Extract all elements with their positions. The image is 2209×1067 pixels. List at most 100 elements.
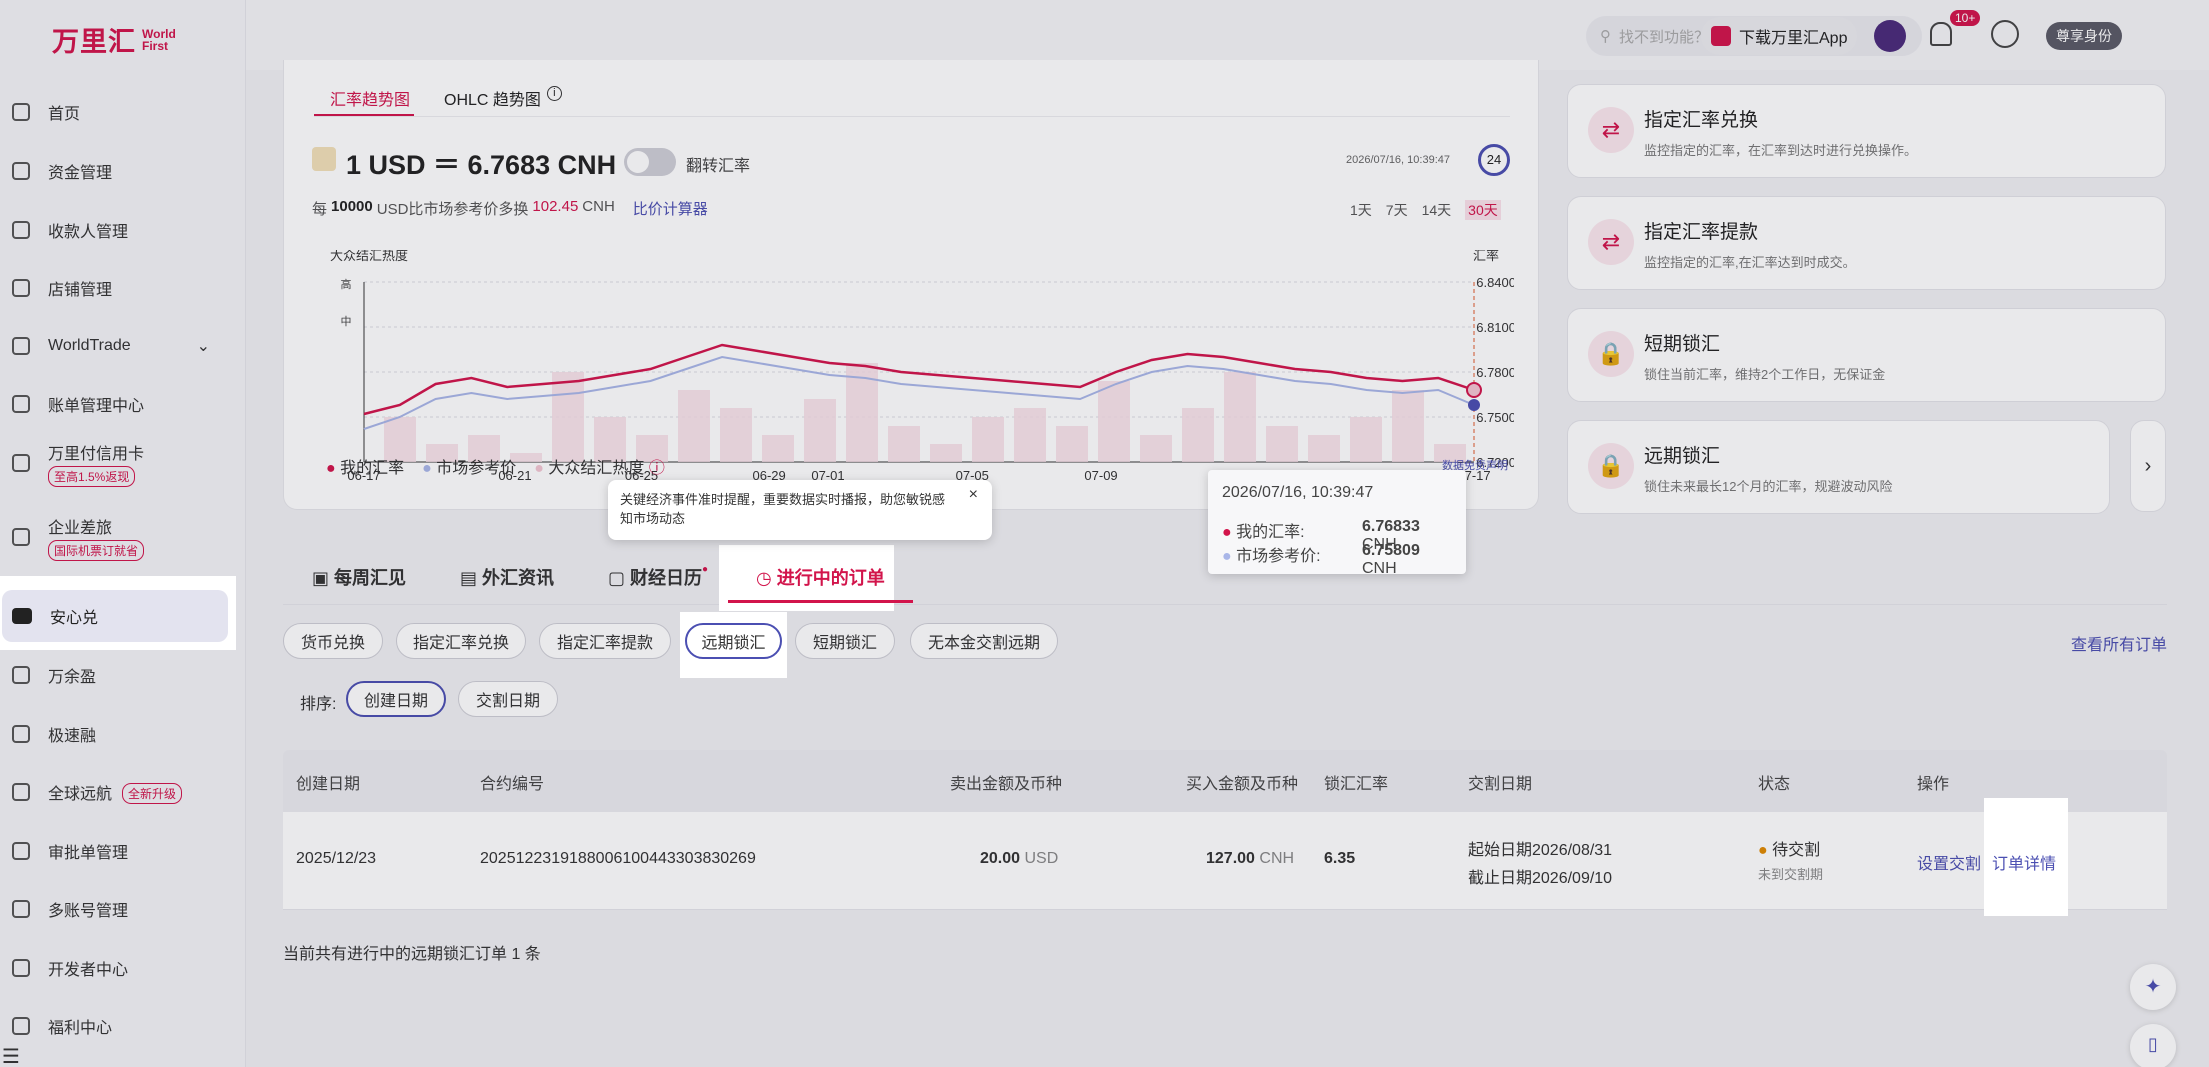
filter-4[interactable]: 短期锁汇: [795, 623, 895, 659]
tooltip-market-rate: ● 市场参考价: 6.75809 CNH: [1222, 542, 1420, 577]
filter-forward-lock-active[interactable]: 远期锁汇: [685, 623, 782, 659]
calculator-link[interactable]: 比价计算器: [633, 198, 708, 219]
tab-fx-news[interactable]: ▤ 外汇资讯: [460, 564, 554, 590]
legend-my-rate: ● 我的汇率: [326, 460, 405, 477]
product-card-2[interactable]: 🔒 短期锁汇 锁住当前汇率，维持2个工作日，无保证金: [1567, 308, 2166, 402]
user-icon[interactable]: [1991, 20, 2019, 48]
heat-bar: [1224, 372, 1256, 462]
filter-0[interactable]: 货币兑换: [283, 623, 383, 659]
sidebar-item-13[interactable]: 多账号管理: [0, 886, 246, 932]
tab-active-orders[interactable]: ◷ 进行中的订单: [756, 564, 885, 590]
series-line-0: [363, 343, 1475, 416]
cell-status-sub: 未到交割期: [1758, 867, 1824, 882]
order-detail-link[interactable]: 订单详情: [1992, 850, 2056, 874]
sidebar-item-icon: [12, 162, 30, 180]
sort-delivery[interactable]: 交割日期: [458, 681, 558, 717]
product-title: 指定汇率提款: [1644, 222, 1759, 243]
sidebar-item-14[interactable]: 开发者中心: [0, 945, 246, 991]
main-rate: 1 USD ＝ 6.7683 CNH: [346, 150, 617, 180]
sidebar-item-4[interactable]: WorldTrade ⌄: [0, 323, 246, 369]
tab-ohlc[interactable]: OHLC 趋势图 i: [444, 86, 562, 110]
collapse-menu-icon[interactable]: ☰: [2, 1044, 20, 1067]
range-30d[interactable]: 30天: [1465, 200, 1501, 220]
filter-label: 短期锁汇: [812, 635, 877, 652]
product-icon: 🔒: [1588, 443, 1634, 489]
legend-market: ● 市场参考价: [422, 460, 517, 477]
sidebar-item-15[interactable]: 福利中心: [0, 1003, 246, 1049]
chart-right-label: 汇率: [1473, 250, 1499, 263]
set-delivery-link[interactable]: 设置交割: [1917, 850, 1981, 874]
product-card-1[interactable]: ⇄ 指定汇率提款 监控指定的汇率,在汇率达到时成交。: [1567, 196, 2166, 290]
hover-point-market: [1468, 399, 1480, 411]
sidebar-item-icon: [12, 666, 30, 684]
sidebar-item-label: 店铺管理: [48, 282, 113, 299]
sidebar-item-6[interactable]: 万里付信用卡 至高1.5%返现: [0, 440, 246, 487]
hover-point-my: [1466, 382, 1482, 398]
sidebar-item-text: 审批单管理: [48, 839, 128, 863]
heat-bar: [552, 372, 584, 462]
heat-bar: [1392, 390, 1424, 462]
sidebar-item-icon: [12, 221, 30, 239]
sidebar-item-icon: [12, 783, 30, 801]
tab-weekly[interactable]: ▣ 每周汇见: [312, 564, 406, 590]
range-14d[interactable]: 14天: [1422, 200, 1452, 220]
tab-rate-trend[interactable]: 汇率趋势图: [330, 86, 410, 110]
y-tick-label: 6.7800: [1476, 365, 1514, 380]
column-header-0: 创建日期: [296, 776, 361, 793]
filter-1[interactable]: 指定汇率兑换: [396, 623, 526, 659]
sort-created[interactable]: 创建日期: [346, 681, 446, 717]
heat-bar: [1056, 426, 1088, 462]
gain-mid: USD比市场参考价多换: [376, 201, 529, 218]
heat-info-icon[interactable]: ⓘ: [649, 460, 665, 477]
sidebar-item-1[interactable]: 资金管理: [0, 148, 246, 194]
filter-5[interactable]: 无本金交割远期: [910, 623, 1058, 659]
sidebar: 万里汇 World First 首页资金管理收款人管理店铺管理 WorldTrad…: [0, 0, 246, 1067]
calendar-reminder-popup: 关键经济事件准时提醒，重要数据实时播报，助您敏锐感知市场动态 ×: [608, 480, 992, 540]
legend-heat: ● 大众结汇热度 ⓘ: [534, 460, 665, 477]
sidebar-item-11[interactable]: 全球远航 全新升级: [0, 769, 246, 815]
sidebar-item-label: 全球远航: [48, 786, 113, 803]
sort-label: 排序:: [300, 696, 337, 713]
view-all-orders-link[interactable]: 查看所有订单: [2071, 631, 2167, 655]
range-7d[interactable]: 7天: [1386, 200, 1408, 220]
sidebar-item-anxindui-active[interactable]: 安心兑: [2, 590, 228, 642]
sidebar-item-icon: [12, 279, 30, 297]
sidebar-item-0[interactable]: 首页: [0, 89, 246, 135]
sidebar-item-10[interactable]: 极速融: [0, 711, 246, 757]
countdown-ring: 24: [1478, 144, 1510, 176]
sidebar-item-icon: [12, 900, 30, 918]
flip-toggle[interactable]: [624, 148, 676, 176]
bulb-icon[interactable]: ✦: [2130, 964, 2176, 1010]
tab-calendar[interactable]: ▢ 财经日历●: [608, 564, 708, 590]
product-card-3[interactable]: 🔒 远期锁汇 锁住未来最长12个月的汇率，规避波动风险: [1567, 420, 2110, 514]
sidebar-item-2[interactable]: 收款人管理: [0, 207, 246, 253]
info-icon[interactable]: i: [546, 86, 562, 101]
sidebar-item-7[interactable]: 企业差旅 国际机票订就省: [0, 514, 246, 561]
sidebar-item-9[interactable]: 万余盈: [0, 652, 246, 698]
theme-icon[interactable]: [1874, 20, 1906, 52]
cell-start-date: 起始日期2026/08/31: [1468, 842, 1613, 859]
popup-close-icon[interactable]: ×: [969, 486, 978, 504]
brand-logo[interactable]: 万里汇 World First: [52, 20, 202, 59]
sidebar-item-3[interactable]: 店铺管理: [0, 265, 246, 311]
sidebar-item-text: 店铺管理: [48, 276, 112, 300]
series-line-1: [363, 355, 1475, 430]
column-header-7: 操作: [1917, 776, 1950, 793]
heat-bar: [720, 408, 752, 462]
bell-icon[interactable]: [1930, 22, 1952, 46]
download-app-button[interactable]: 下载万里汇App: [1701, 17, 1858, 55]
heat-bar: [1182, 408, 1214, 462]
sidebar-item-12[interactable]: 审批单管理: [0, 828, 246, 874]
notification-badge: 10+: [1950, 10, 1981, 26]
phone-icon[interactable]: ▯: [2130, 1024, 2176, 1067]
product-card-0[interactable]: ⇄ 指定汇率兑换 监控指定的汇率，在汇率到达时进行兑换操作。: [1567, 84, 2166, 178]
filter-2[interactable]: 指定汇率提款: [539, 623, 671, 659]
chart-left-label: 大众结汇热度: [330, 250, 408, 263]
sidebar-item-5[interactable]: 账单管理中心: [0, 381, 246, 427]
y-tick-label: 6.8400: [1476, 275, 1514, 290]
carousel-next-button[interactable]: ›: [2130, 420, 2166, 512]
sidebar-item-text: WorldTrade: [48, 337, 131, 355]
vip-badge[interactable]: 尊享身份: [2046, 22, 2122, 50]
range-1d[interactable]: 1天: [1350, 200, 1372, 220]
gain-prefix: 每: [312, 201, 328, 218]
